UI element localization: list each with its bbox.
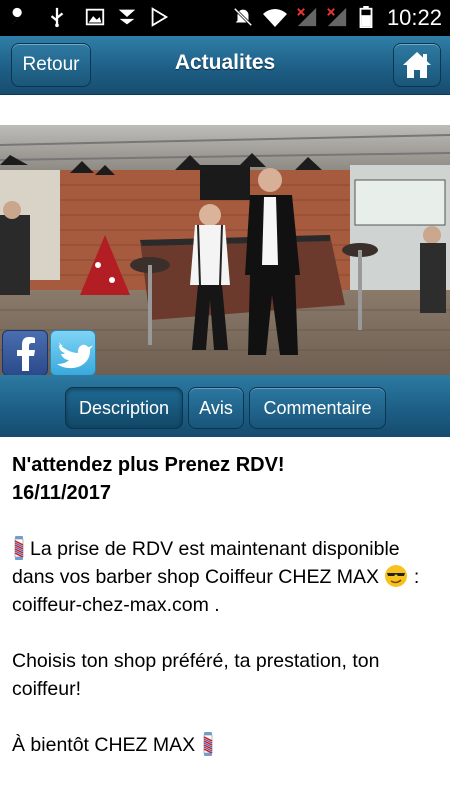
usb-icon xyxy=(50,7,64,28)
website-link[interactable]: coiffeur-chez-max.com . xyxy=(12,594,220,616)
home-button[interactable] xyxy=(393,43,441,87)
play-store-icon xyxy=(151,7,169,27)
tab-bar: Description Avis Commentaire xyxy=(0,375,450,437)
signal-icon xyxy=(297,7,317,27)
battery-icon xyxy=(359,6,373,28)
twitter-icon xyxy=(57,342,93,369)
image-icon xyxy=(85,8,105,26)
facebook-icon xyxy=(17,337,35,371)
paragraph-1-colon: : xyxy=(413,566,420,588)
tab-description[interactable]: Description xyxy=(65,387,183,429)
paragraph-3-text: À bientôt CHEZ MAX xyxy=(12,734,196,756)
clock: 10:22 xyxy=(386,5,442,30)
tab-commentaire[interactable]: Commentaire xyxy=(249,387,386,429)
page-title: Actualites xyxy=(174,51,276,74)
article-content: N'attendez plus Prenez RDV! 16/11/2017 L… xyxy=(12,451,442,759)
tab-avis[interactable]: Avis xyxy=(188,387,244,429)
mute-icon xyxy=(233,7,253,27)
status-bar: 10:22 xyxy=(0,0,450,36)
article-paragraph-1: La prise de RDV est maintenant disponibl… xyxy=(12,535,442,619)
paragraph-1-text: La prise de RDV est maintenant disponibl… xyxy=(12,538,400,588)
home-icon xyxy=(403,52,431,78)
wrench-icon xyxy=(11,7,22,25)
article-paragraph-3: À bientôt CHEZ MAX xyxy=(12,731,442,759)
cool-face-icon xyxy=(385,565,408,587)
download-icon xyxy=(118,9,136,25)
app-header: Retour Actualites xyxy=(0,36,450,95)
article-paragraph-2: Choisis ton shop préféré, ta prestation,… xyxy=(12,650,380,700)
signal-icon xyxy=(327,7,347,27)
article-headline: N'attendez plus Prenez RDV! xyxy=(12,454,285,476)
facebook-share-button[interactable] xyxy=(2,330,48,376)
article-date: 16/11/2017 xyxy=(12,482,111,504)
wifi-icon xyxy=(263,9,287,27)
twitter-share-button[interactable] xyxy=(50,330,96,376)
barber-pole-icon xyxy=(14,536,24,560)
barber-pole-icon xyxy=(203,732,212,756)
